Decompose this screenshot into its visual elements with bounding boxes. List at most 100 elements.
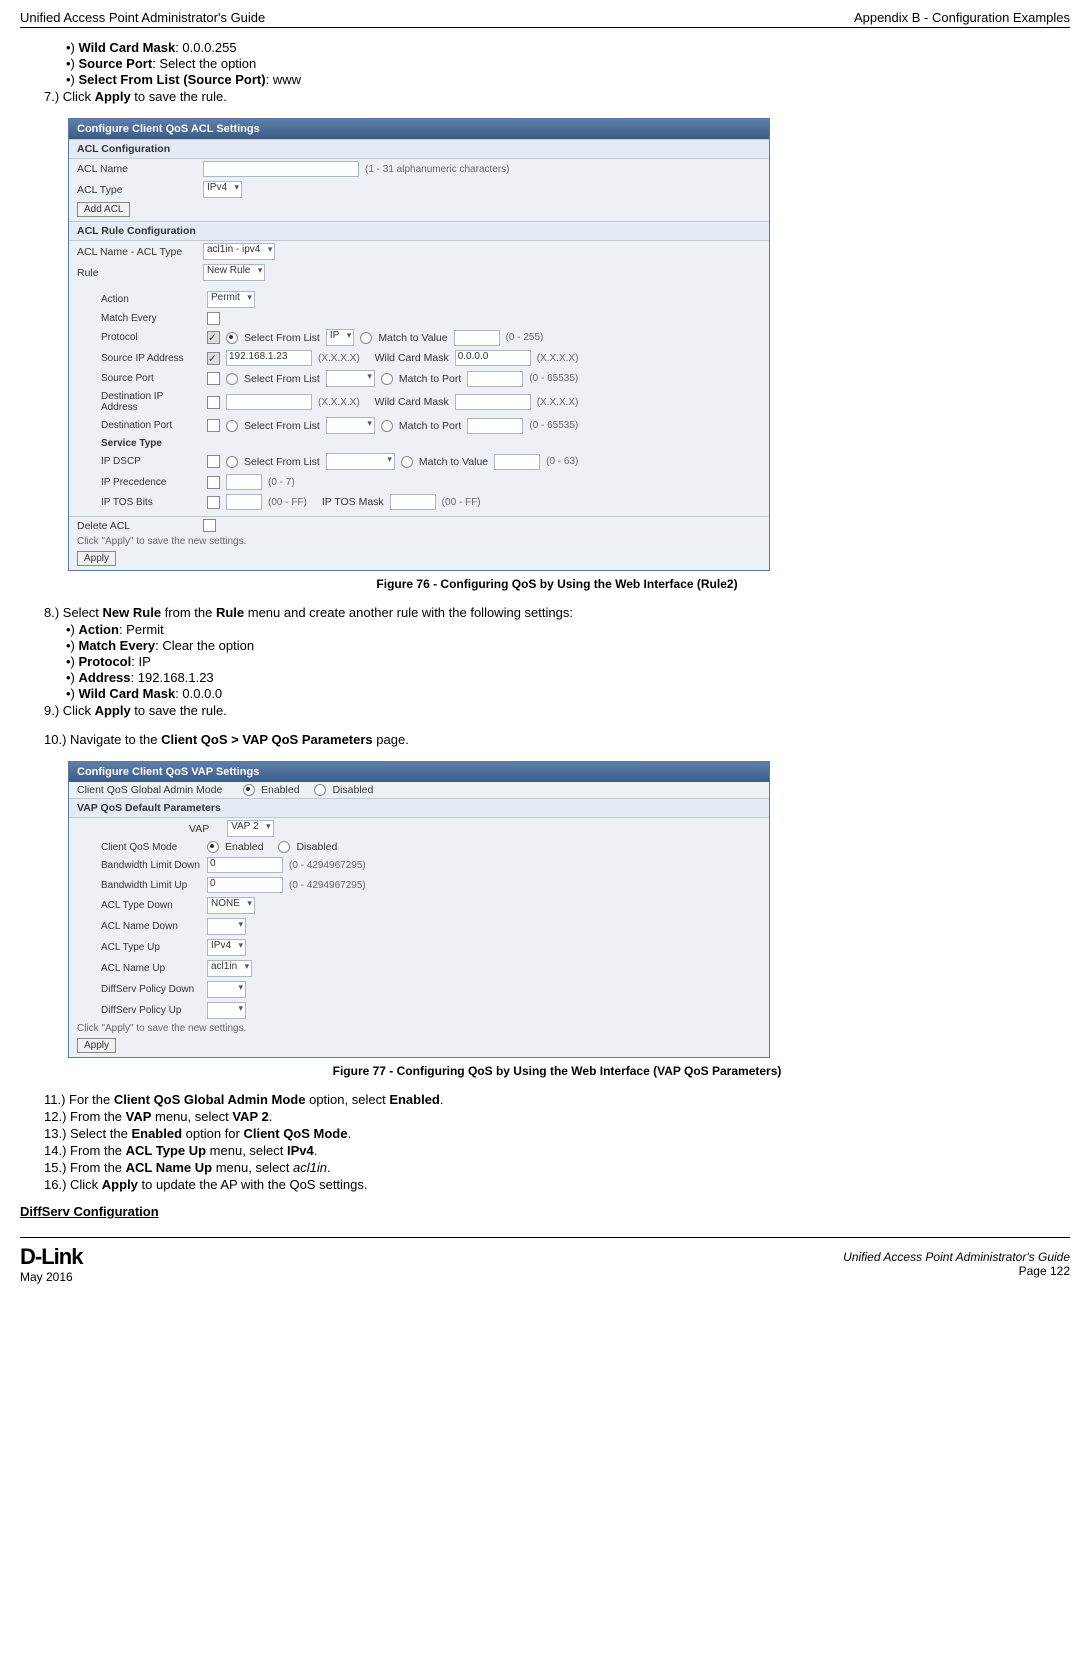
fig77-qos-dis-radio[interactable] [278,841,290,853]
fig76-dstip-chk[interactable] [207,396,220,409]
step-9: 9.) Click Apply to save the rule. [44,703,1070,718]
step-12: 12.) From the VAP menu, select VAP 2. [44,1109,1070,1124]
fig77-apply-btn[interactable]: Apply [77,1038,116,1053]
fig76-dstip-wcm[interactable] [455,394,531,410]
fig76-svc-lbl: Service Type [101,438,201,449]
fig76-sp-sfl-radio[interactable] [226,373,238,385]
fig77-qos-en-radio[interactable] [207,841,219,853]
fig76-title: Configure Client QoS ACL Settings [69,119,769,139]
fig76-rule-lbl: Rule [77,267,197,279]
fig77-anup-sel[interactable]: acl1in [207,960,252,977]
fig77-atup-lbl: ACL Type Up [101,942,201,953]
fig77-dspdown-lbl: DiffServ Policy Down [101,984,201,995]
fig76-srcip-input[interactable]: 192.168.1.23 [226,350,312,366]
fig76-dstport-lbl: Destination Port [101,420,201,431]
step-11: 11.) For the Client QoS Global Admin Mod… [44,1092,1070,1107]
fig76-srcip-wcm[interactable]: 0.0.0.0 [455,350,531,366]
step-8: 8.) Select New Rule from the Rule menu a… [44,605,1070,620]
fig77-gmode-dis-radio[interactable] [314,784,326,796]
fig77-qosmode-lbl: Client QoS Mode [101,842,201,853]
fig76-dscp-mv-radio[interactable] [401,456,413,468]
fig76-proto-mv-input[interactable] [454,330,500,346]
fig76-dp-mp-radio[interactable] [381,420,393,432]
fig76-dstip-lbl: Destination IP Address [101,391,201,413]
fig76-dstip-input[interactable] [226,394,312,410]
fig76-apply-btn[interactable]: Apply [77,551,116,566]
fig76-dp-mp-input[interactable] [467,418,523,434]
fig76-matchevery-chk[interactable] [207,312,220,325]
fig76-sect-aclconf: ACL Configuration [69,139,769,159]
fig76-delacl-lbl: Delete ACL [77,520,197,532]
fig76-matchevery-lbl: Match Every [101,313,201,324]
fig76-proto-mv-radio[interactable] [360,332,372,344]
fig76-sect-ruleconf: ACL Rule Configuration [69,221,769,241]
fig77-gmode-en-radio[interactable] [243,784,255,796]
fig76-prec-input[interactable] [226,474,262,490]
figure-76-caption: Figure 76 - Configuring QoS by Using the… [44,577,1070,591]
fig77-vap-sel[interactable]: VAP 2 [227,820,273,837]
fig77-title: Configure Client QoS VAP Settings [69,762,769,782]
fig77-atup-sel[interactable]: IPv4 [207,939,246,956]
fig76-acltype-lbl: ACL Type [77,184,197,196]
fig76-aclnametype-lbl: ACL Name - ACL Type [77,246,197,258]
fig76-tos-chk[interactable] [207,496,220,509]
fig76-dscp-chk[interactable] [207,455,220,468]
top-bullets: •) Wild Card Mask: 0.0.0.255 •) Source P… [44,40,1070,87]
fig77-dspdown-sel[interactable] [207,981,246,998]
fig76-dp-sel[interactable] [326,417,375,434]
bullet-sfl-val: : www [266,72,301,87]
fig76-srcip-lbl: Source IP Address [101,353,201,364]
fig76-action-sel[interactable]: Permit [207,291,255,308]
fig76-dscp-sel[interactable] [326,453,395,470]
fig76-dp-sfl-radio[interactable] [226,420,238,432]
step-16: 16.) Click Apply to update the AP with t… [44,1177,1070,1192]
header-right: Appendix B - Configuration Examples [854,10,1070,25]
fig76-protocol-chk[interactable]: ✓ [207,331,220,344]
fig76-aclnametype-sel[interactable]: acl1in - ipv4 [203,243,275,260]
fig77-apply-hint: Click "Apply" to save the new settings. [69,1021,769,1036]
fig77-vap-lbl: VAP [189,823,209,835]
fig77-andown-sel[interactable] [207,918,246,935]
bullet-wcm-val: : 0.0.0.255 [175,40,236,55]
step-13: 13.) Select the Enabled option for Clien… [44,1126,1070,1141]
step-14: 14.) From the ACL Type Up menu, select I… [44,1143,1070,1158]
fig76-proto-sel[interactable]: IP [326,329,354,346]
fig76-proto-sfl-radio[interactable] [226,332,238,344]
footer-guide: Unified Access Point Administrator's Gui… [843,1250,1070,1264]
fig76-rule-sel[interactable]: New Rule [203,264,265,281]
figure-77-screenshot: Configure Client QoS VAP Settings Client… [68,761,770,1058]
fig77-atdown-sel[interactable]: NONE [207,897,255,914]
fig76-srcport-chk[interactable] [207,372,220,385]
step-15: 15.) From the ACL Name Up menu, select a… [44,1160,1070,1175]
fig76-apply-hint: Click "Apply" to save the new settings. [69,534,769,549]
fig76-tosmask-input[interactable] [390,494,436,510]
fig76-tos-input[interactable] [226,494,262,510]
fig76-aclname-hint: (1 - 31 alphanumeric characters) [365,164,510,175]
brand-logo: D-Link [20,1244,82,1269]
bullet-sp-val: : Select the option [152,56,256,71]
fig76-dscp-sfl-radio[interactable] [226,456,238,468]
fig77-bwdown-input[interactable]: 0 [207,857,283,873]
fig76-sp-sel[interactable] [326,370,375,387]
fig76-srcport-lbl: Source Port [101,373,201,384]
fig76-sp-mp-input[interactable] [467,371,523,387]
fig77-bwup-input[interactable]: 0 [207,877,283,893]
fig76-srcip-chk[interactable]: ✓ [207,352,220,365]
fig76-tos-lbl: IP TOS Bits [101,497,201,508]
fig76-dstport-chk[interactable] [207,419,220,432]
footer-date: May 2016 [20,1270,73,1284]
bullet-sp-label: Source Port [79,56,153,71]
footer-page: Page 122 [1019,1264,1070,1278]
header-rule [20,27,1070,28]
fig76-prec-chk[interactable] [207,476,220,489]
figure-77-caption: Figure 77 - Configuring QoS by Using the… [44,1064,1070,1078]
fig76-sp-mp-radio[interactable] [381,373,393,385]
fig77-dspup-sel[interactable] [207,1002,246,1019]
fig77-sect-default: VAP QoS Default Parameters [69,798,769,818]
fig76-dscp-mv-input[interactable] [494,454,540,470]
fig76-acltype-sel[interactable]: IPv4 [203,181,242,198]
fig76-aclname-input[interactable] [203,161,359,177]
fig76-add-acl-btn[interactable]: Add ACL [77,202,130,217]
fig76-delacl-chk[interactable] [203,519,216,532]
fig76-protocol-lbl: Protocol [101,332,201,343]
